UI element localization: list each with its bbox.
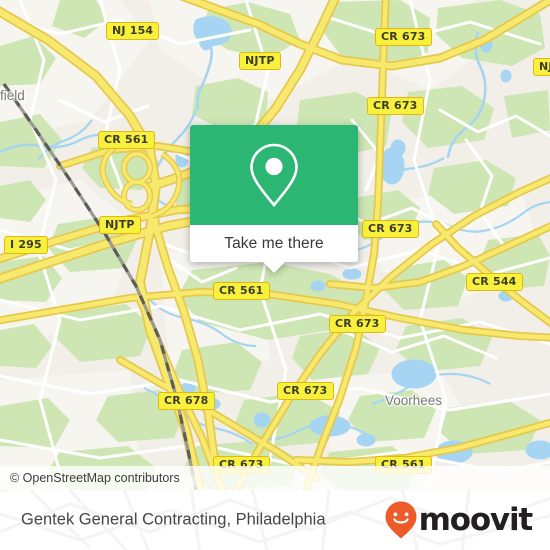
place-callout-card[interactable]: Take me there bbox=[190, 125, 358, 273]
take-me-there-label: Take me there bbox=[224, 234, 324, 252]
moovit-place-map-screenshot: field Voorhees NJ 154 CR 673 NJTP NJ CR … bbox=[0, 0, 550, 550]
attribution-text[interactable]: © OpenStreetMap contributors bbox=[0, 471, 180, 485]
moovit-wordmark: moovit bbox=[418, 501, 534, 538]
road-shield-cr-678[interactable]: CR 678 bbox=[158, 392, 215, 410]
footer-bar: Gentek General Contracting, Philadelphia… bbox=[0, 490, 550, 550]
road-shield-cr-561-b[interactable]: CR 561 bbox=[213, 282, 270, 300]
road-shield-cr-673-e[interactable]: CR 673 bbox=[277, 382, 334, 400]
road-shield-nj-partial[interactable]: NJ bbox=[533, 58, 550, 76]
road-shield-njtp-a[interactable]: NJTP bbox=[239, 52, 281, 70]
place-label-voorhees: Voorhees bbox=[385, 393, 443, 408]
road-shield-njtp-b[interactable]: NJTP bbox=[99, 216, 141, 234]
road-shield-cr-673-a[interactable]: CR 673 bbox=[375, 28, 432, 46]
road-shield-cr-561-a[interactable]: CR 561 bbox=[98, 131, 155, 149]
road-shield-cr-673-b[interactable]: CR 673 bbox=[367, 97, 424, 115]
moovit-pin-icon bbox=[385, 501, 417, 539]
take-me-there-button[interactable]: Take me there bbox=[190, 225, 358, 273]
page-title: Gentek General Contracting, Philadelphia bbox=[21, 510, 326, 529]
road-shield-i-295[interactable]: I 295 bbox=[4, 236, 48, 254]
location-pin-icon bbox=[250, 143, 298, 208]
road-shield-cr-673-d[interactable]: CR 673 bbox=[329, 315, 386, 333]
road-shield-nj-154[interactable]: NJ 154 bbox=[106, 22, 160, 40]
callout-pointer-tail bbox=[263, 262, 285, 273]
place-label-field: field bbox=[0, 88, 25, 103]
road-shield-cr-673-c[interactable]: CR 673 bbox=[362, 220, 419, 238]
road-shield-cr-544[interactable]: CR 544 bbox=[466, 273, 523, 291]
map-attribution-bar: © OpenStreetMap contributors bbox=[0, 466, 550, 490]
callout-pin-panel bbox=[190, 125, 358, 225]
moovit-logo[interactable]: moovit bbox=[384, 500, 534, 540]
map-canvas[interactable]: field Voorhees NJ 154 CR 673 NJTP NJ CR … bbox=[0, 0, 550, 490]
